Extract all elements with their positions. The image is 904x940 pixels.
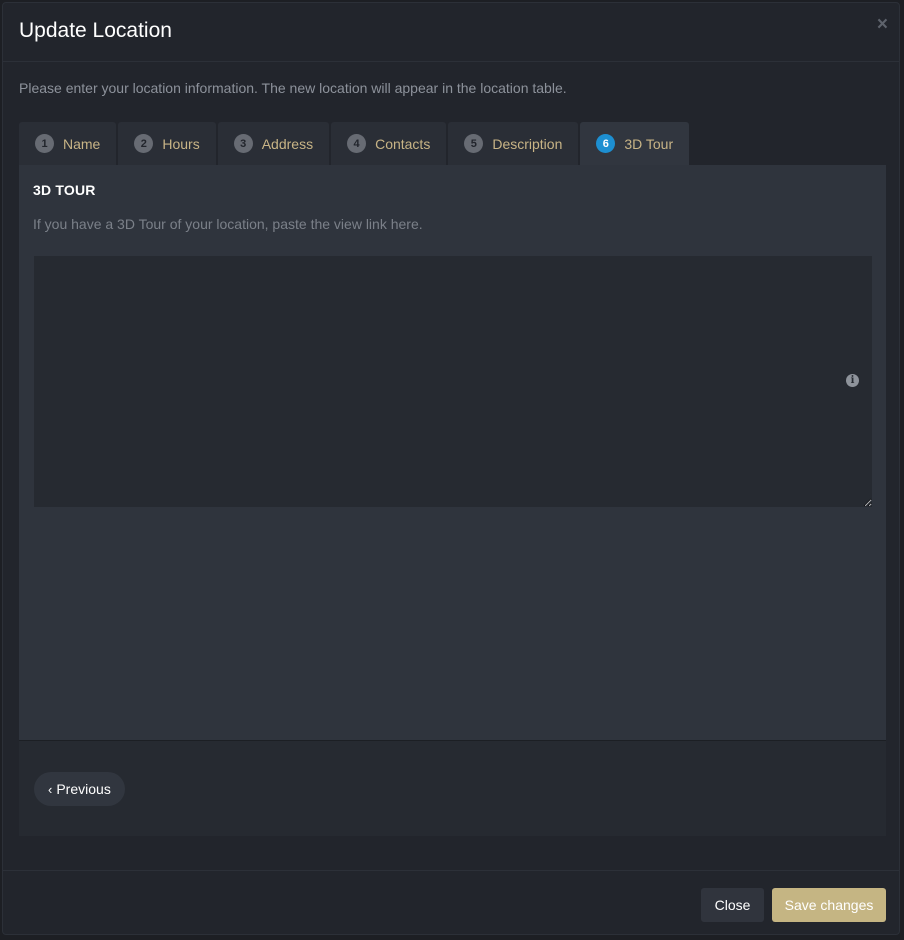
tab-number-badge: 5 xyxy=(464,134,484,153)
tab-contacts[interactable]: 4 Contacts xyxy=(331,122,447,165)
tab-number-badge: 3 xyxy=(233,134,253,153)
tab-hours[interactable]: 2 Hours xyxy=(118,122,216,165)
tab-number-badge: 1 xyxy=(35,134,54,153)
wizard-nav: ‹ Previous xyxy=(19,740,886,836)
tab-name[interactable]: 1 Name xyxy=(19,122,117,165)
tab-label: Address xyxy=(261,135,314,152)
update-location-modal: Update Location × Please enter your loca… xyxy=(2,2,900,935)
tab-label: Name xyxy=(63,135,101,152)
tab-panel-3d-tour: 3D TOUR If you have a 3D Tour of your lo… xyxy=(19,165,886,740)
wizard-tabs: 1 Name 2 Hours 3 Address 4 Contacts 5 De… xyxy=(19,122,691,165)
modal-title: Update Location xyxy=(19,19,172,42)
close-button[interactable]: Close xyxy=(701,888,764,922)
tab-number-badge: 2 xyxy=(134,134,154,153)
modal-header: Update Location × xyxy=(3,3,899,62)
help-text: If you have a 3D Tour of your location, … xyxy=(33,216,423,232)
previous-label: Previous xyxy=(56,781,111,797)
tour-link-textarea[interactable] xyxy=(34,256,872,507)
chevron-left-icon: ‹ xyxy=(48,781,53,797)
tab-address[interactable]: 3 Address xyxy=(217,122,330,165)
intro-text: Please enter your location information. … xyxy=(19,80,567,96)
tab-number-badge: 4 xyxy=(347,134,367,153)
close-icon[interactable]: × xyxy=(877,15,888,34)
previous-button[interactable]: ‹ Previous xyxy=(34,772,125,806)
info-icon: i xyxy=(846,374,859,387)
tab-number-badge: 6 xyxy=(596,134,616,153)
section-title: 3D TOUR xyxy=(33,182,96,198)
tab-label: Description xyxy=(492,135,563,152)
tab-label: Hours xyxy=(162,135,200,152)
modal-footer: Close Save changes xyxy=(3,870,899,935)
tab-3d-tour[interactable]: 6 3D Tour xyxy=(580,122,690,165)
save-changes-button[interactable]: Save changes xyxy=(772,888,886,922)
tab-description[interactable]: 5 Description xyxy=(448,122,579,165)
tab-label: Contacts xyxy=(375,135,431,152)
tab-label: 3D Tour xyxy=(624,135,674,152)
